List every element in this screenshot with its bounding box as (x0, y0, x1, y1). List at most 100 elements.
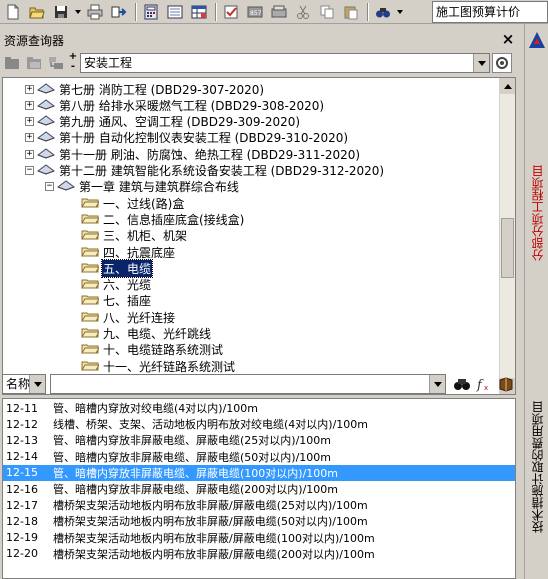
cut-icon[interactable] (292, 1, 314, 23)
folder-tree-tool-icon[interactable] (46, 53, 66, 73)
search-field-value: 名称 (6, 377, 31, 391)
folder-icon (81, 212, 102, 227)
tree-node-label: 第十二册 建筑智能化系统设备安装工程 (DBD29-312-2020) (59, 164, 385, 178)
chevron-down-icon[interactable] (429, 375, 445, 393)
check-icon[interactable] (220, 1, 242, 23)
edit-icon[interactable] (164, 1, 186, 23)
list-item[interactable]: 12-16 管、暗槽内穿放非屏蔽电缆、屏蔽电缆(200对以内)/100m (3, 481, 515, 497)
book-stack-icon (36, 114, 58, 129)
folder-icon (81, 310, 102, 325)
scroll-up-icon[interactable] (500, 78, 515, 94)
table-icon[interactable] (188, 1, 210, 23)
tree-node-label: 三、机柜、机架 (103, 229, 188, 244)
folder-icon (81, 261, 102, 276)
toolbar-separator (215, 2, 217, 21)
quota-code: 12-19 (6, 531, 38, 545)
settings-tool-icon[interactable] (492, 53, 512, 73)
library-select[interactable]: 安装工程 (80, 53, 490, 73)
tree-node-chapter[interactable]: 七、插座 (81, 293, 152, 309)
collapse-icon[interactable]: − (45, 182, 54, 192)
tree-node-chapter[interactable]: 三、机柜、机架 (81, 228, 188, 244)
collapse-all-button[interactable]: - (68, 62, 78, 72)
tab-subitem-projects[interactable]: 分部分项工程项目 (527, 88, 547, 338)
quota-name: 管、暗槽内穿放非屏蔽电缆、屏蔽电缆(50对以内)/100m (53, 450, 331, 464)
open-folder-icon[interactable] (26, 1, 48, 23)
tree-node-book[interactable]: + 第八册 给排水采暖燃气工程 (DBD29-308-2020) (25, 97, 325, 113)
calculator-icon[interactable] (140, 1, 162, 23)
list-item[interactable]: 12-20 槽桥架支架活动地板内明布放非屏蔽/屏蔽电缆(200对以内)/100m (3, 546, 515, 562)
tree-node-book[interactable]: − 第十二册 建筑智能化系统设备安装工程 (DBD29-312-2020) (25, 163, 385, 179)
tree-node-book[interactable]: + 第十一册 刷油、防腐蚀、绝热工程 (DBD29-311-2020) (25, 146, 361, 162)
tree-node-label: 四、抗震底座 (103, 245, 176, 260)
quota-name: 管、暗槽内穿放非屏蔽电缆、屏蔽电缆(200对以内)/100m (53, 483, 338, 496)
tree-node-book[interactable]: − 第一章 建筑与建筑群综合布线 (45, 179, 240, 195)
copy-icon[interactable] (316, 1, 338, 23)
tree-node-label: 七、插座 (103, 294, 152, 309)
tree-node-chapter[interactable]: 六、光缆 (81, 277, 152, 293)
report-icon[interactable]: 857 (244, 1, 266, 23)
list-item[interactable]: 12-12 线槽、桥架、支架、活动地板内明布放对绞电缆(4对以内)/100m (3, 416, 515, 432)
search-input[interactable] (50, 374, 446, 394)
expand-icon[interactable]: + (25, 100, 34, 110)
tree-node-chapter[interactable]: 二、信息插座底盒(接线盒) (81, 211, 245, 227)
quota-code: 12-13 (6, 433, 38, 447)
expand-icon[interactable]: + (25, 133, 34, 143)
tree-node-chapter[interactable]: 四、抗震底座 (81, 244, 176, 260)
side-tab-panel: 分部分项工程项目 技术措施计取的费用项目 (524, 24, 548, 579)
chevron-down-icon[interactable] (473, 54, 489, 72)
tree-node-book[interactable]: + 第十册 自动化控制仪表安装工程 (DBD29-310-2020) (25, 130, 349, 146)
app-logo-icon (527, 30, 547, 50)
collapse-icon[interactable]: − (25, 166, 34, 175)
tree-scrollbar[interactable] (499, 78, 515, 394)
scroll-thumb[interactable] (501, 218, 514, 278)
save-icon[interactable] (50, 1, 72, 23)
list-item[interactable]: 12-14 管、暗槽内穿放非屏蔽电缆、屏蔽电缆(50对以内)/100m (3, 449, 515, 465)
chevron-down-icon[interactable] (29, 375, 45, 393)
search-field-select[interactable]: 名称 (2, 374, 46, 394)
binoculars-dropdown-icon[interactable] (396, 1, 404, 23)
expand-collapse-toggle[interactable]: + - (68, 52, 78, 74)
folder-open-tool-icon[interactable] (24, 53, 44, 73)
tree-node-book[interactable]: + 第七册 消防工程 (DBD29-307-2020) (25, 81, 265, 97)
save-dropdown-icon[interactable] (74, 1, 82, 23)
expand-icon[interactable]: + (25, 117, 34, 127)
svg-text:f: f (476, 378, 484, 392)
list-item[interactable]: 12-11 管、暗槽内穿放对绞电缆(4对以内)/100m (3, 400, 515, 416)
quota-code: 12-20 (6, 547, 38, 561)
book-stack-icon (36, 147, 58, 162)
svg-text:857: 857 (250, 10, 262, 17)
tab-technical-measures[interactable]: 技术措施计取的费用项目 (527, 354, 547, 579)
paste-icon[interactable] (340, 1, 362, 23)
binoculars-icon[interactable] (372, 1, 394, 23)
library-select-value: 安装工程 (84, 56, 133, 70)
pricing-mode-combo[interactable]: 施工图预算计价 (432, 1, 548, 23)
expand-icon[interactable]: + (25, 84, 34, 94)
search-icon[interactable] (452, 374, 472, 394)
folder-icon (81, 245, 102, 260)
folder-tool-icon[interactable] (2, 53, 22, 73)
expand-icon[interactable]: + (25, 149, 34, 159)
tree-node-label: 第九册 通风、空调工程 (DBD29-309-2020) (59, 115, 301, 130)
tree-node-chapter[interactable]: 九、电缆、光纤跳线 (81, 326, 212, 342)
print-icon[interactable] (84, 1, 106, 23)
tree-node-chapter[interactable]: 十、电缆链路系统测试 (81, 342, 224, 358)
list-item[interactable]: 12-17 槽桥架支架活动地板内明布放非屏蔽/屏蔽电缆(25对以内)/100m (3, 497, 515, 513)
tree-node-chapter[interactable]: 一、过线(路)盒 (81, 195, 185, 211)
export-icon[interactable] (108, 1, 130, 23)
tree-node-label: 十、电缆链路系统测试 (103, 343, 224, 358)
tree-node-label: 第七册 消防工程 (DBD29-307-2020) (59, 82, 265, 97)
quota-name: 管、暗槽内穿放非屏蔽电缆、屏蔽电缆(25对以内)/100m (53, 434, 331, 448)
list-item[interactable]: 12-15 管、暗槽内穿放非屏蔽电缆、屏蔽电缆(100对以内)/100m (3, 464, 515, 481)
quota-name: 管、暗槽内穿放非屏蔽电缆、屏蔽电缆(100对以内)/100m (53, 466, 338, 480)
list-item[interactable]: 12-18 槽桥架支架活动地板内明布放非屏蔽/屏蔽电缆(50对以内)/100m (3, 513, 515, 529)
tree-node-chapter[interactable]: 八、光纤连接 (81, 309, 176, 325)
new-file-icon[interactable] (2, 1, 24, 23)
close-icon[interactable]: × (500, 32, 516, 48)
tree-node-book[interactable]: + 第九册 通风、空调工程 (DBD29-309-2020) (25, 114, 301, 130)
tree-node-chapter[interactable]: 五、电缆 (81, 258, 154, 278)
list-item[interactable]: 12-13 管、暗槽内穿放非屏蔽电缆、屏蔽电缆(25对以内)/100m (3, 432, 515, 448)
function-icon[interactable]: fx (474, 374, 494, 394)
list-item[interactable]: 12-19 槽桥架支架活动地板内明布放非屏蔽/屏蔽电缆(100对以内)/100m (3, 530, 515, 546)
book-icon[interactable] (496, 374, 516, 394)
printer-icon[interactable] (268, 1, 290, 23)
